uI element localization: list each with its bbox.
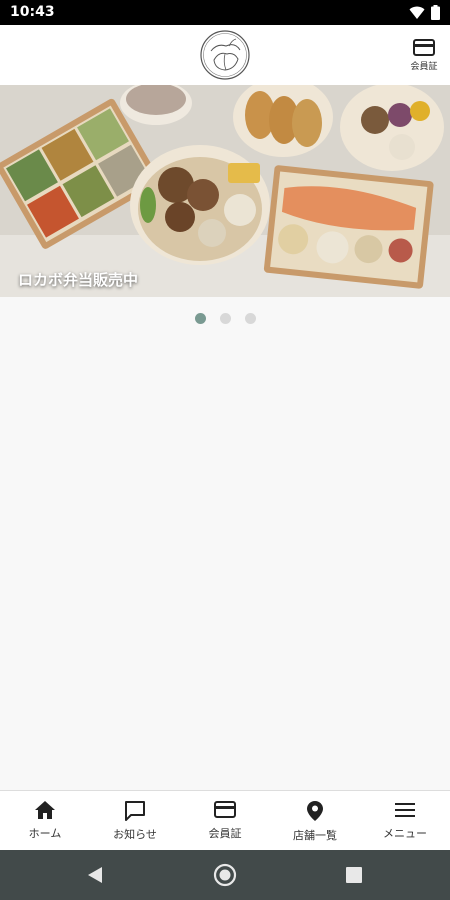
nav-label-stores: 店舗一覧 — [293, 829, 337, 842]
nav-item-home[interactable]: ホーム — [0, 791, 90, 850]
status-time: 10:43 — [10, 4, 55, 20]
hamburger-menu-icon — [395, 803, 415, 817]
nav-label-news: お知らせ — [113, 828, 157, 841]
status-icons — [409, 5, 440, 20]
nav-label-home: ホーム — [28, 827, 62, 840]
battery-icon — [431, 5, 440, 20]
carousel-dot-1[interactable] — [194, 313, 206, 324]
nav-item-stores[interactable]: 店舗一覧 — [270, 791, 360, 850]
header-member-card-button[interactable]: 会員証 — [408, 39, 440, 77]
carousel-caption: ロカボ弁当販売中 — [18, 271, 139, 289]
bottom-nav: ホーム お知らせ 会員証 店舗一覧 メニュー — [0, 790, 450, 850]
header-member-card-label: 会員証 — [410, 62, 438, 72]
banner-carousel[interactable]: ロカボ弁当販売中 — [0, 85, 450, 297]
home-circle-icon[interactable] — [213, 863, 237, 887]
nav-item-member-card[interactable]: 会員証 — [180, 791, 270, 850]
system-nav-bar — [0, 850, 450, 900]
app-header: 会員証 — [0, 25, 450, 85]
carousel-dot-3[interactable] — [244, 313, 256, 324]
card-icon — [214, 801, 236, 818]
nav-item-news[interactable]: お知らせ — [90, 791, 180, 850]
location-pin-icon — [307, 801, 323, 821]
card-icon — [413, 39, 435, 56]
chat-icon — [125, 801, 145, 821]
brand-logo-icon[interactable] — [199, 29, 251, 81]
carousel-dot-2[interactable] — [219, 313, 231, 324]
nav-label-menu: メニュー — [383, 827, 427, 840]
recent-apps-icon[interactable] — [346, 867, 362, 883]
home-icon — [35, 801, 55, 819]
carousel-pagination — [0, 313, 450, 324]
status-bar: 10:43 — [0, 0, 450, 25]
back-icon[interactable] — [86, 866, 104, 884]
nav-item-menu[interactable]: メニュー — [360, 791, 450, 850]
wifi-icon — [409, 6, 425, 19]
nav-label-member-card: 会員証 — [208, 827, 242, 840]
bento-photo — [0, 85, 450, 297]
